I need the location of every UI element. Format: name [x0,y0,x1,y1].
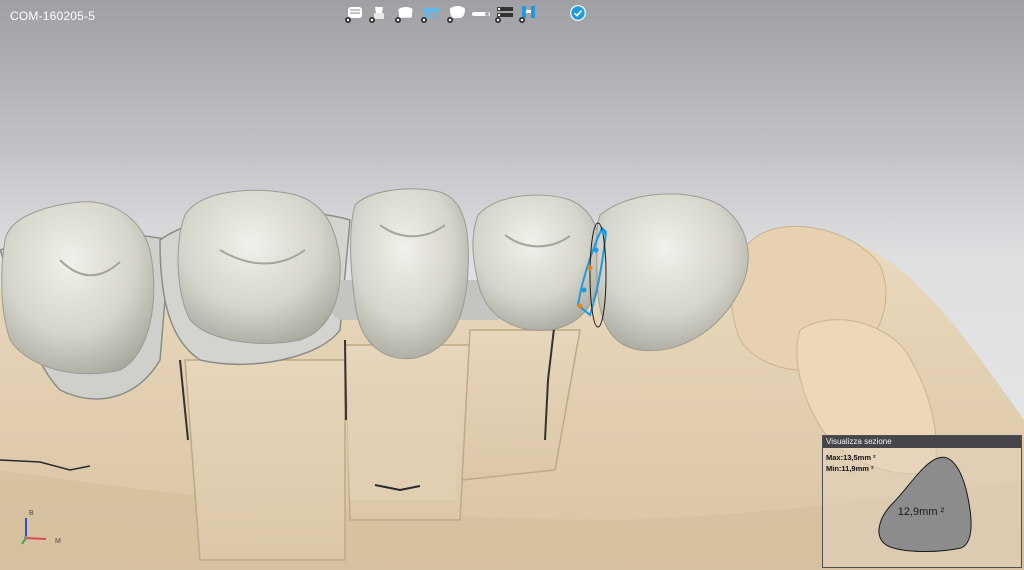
section-area-value: 12,9mm ² [897,506,945,518]
check-circle-icon[interactable] [570,5,586,21]
section-panel-title: Visualizza sezione [823,436,1021,448]
section-stats: Max:13,5mm ² Min:11,9mm ² [826,452,876,474]
section-view-panel[interactable]: Visualizza sezione Max:13,5mm ² Min:11,9… [822,435,1022,568]
section-max: Max:13,5mm ² [826,453,876,462]
case-id-label: COM-160205-5 [10,9,96,23]
crown-teeth[interactable] [1,188,749,375]
axis-label-up: B [29,510,34,517]
arch-icon[interactable] [344,4,366,24]
bridge-icon[interactable] [420,4,442,24]
section-min: Min:11,9mm ² [826,464,874,473]
implant-icon[interactable] [368,4,390,24]
connector-icon[interactable] [518,4,540,24]
bar-icon[interactable] [470,4,492,24]
coping-icon[interactable] [394,4,416,24]
crown-icon[interactable] [446,4,468,24]
axis-gizmo: B M [14,508,74,550]
layers-icon[interactable] [494,4,516,24]
axis-arrows-icon [21,518,47,545]
axis-label-right: M [55,538,61,545]
